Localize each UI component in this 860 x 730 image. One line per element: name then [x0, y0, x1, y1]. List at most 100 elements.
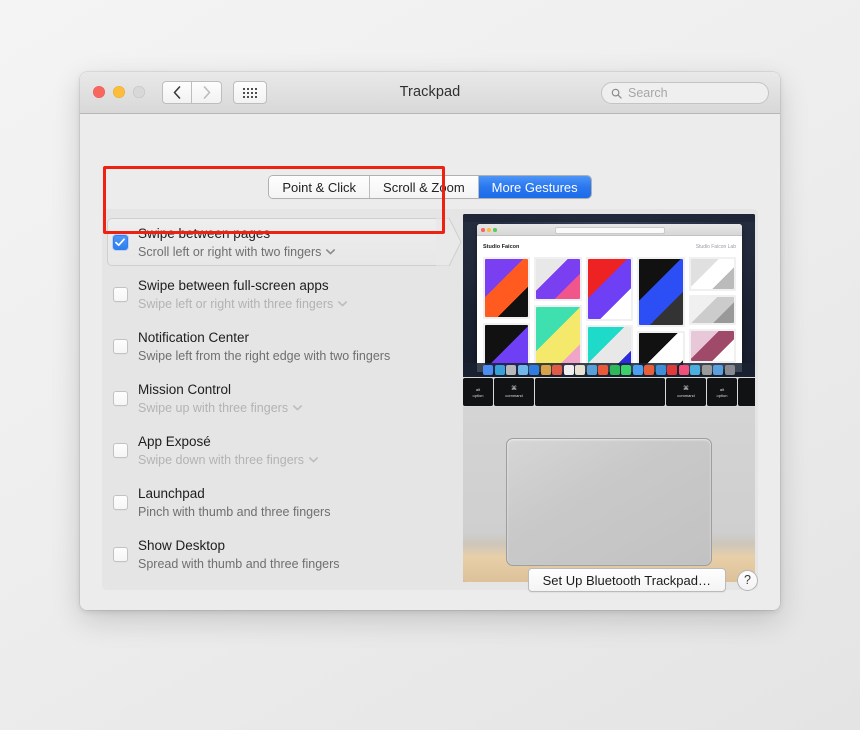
gesture-subtitle: Swipe left from the right edge with two … — [138, 348, 391, 363]
gesture-title: Swipe between full-screen apps — [138, 277, 329, 293]
demo-gallery-card — [688, 295, 736, 325]
demo-dock-icon — [609, 365, 620, 375]
bottom-bar: Set Up Bluetooth Trackpad… ? — [527, 568, 758, 592]
demo-dock-icon — [586, 365, 597, 375]
demo-browser-traffic-lights — [481, 228, 497, 232]
tab-point-and-click[interactable]: Point & Click — [269, 176, 371, 198]
gesture-checkbox[interactable] — [112, 234, 128, 250]
demo-dock-icon — [563, 365, 574, 375]
set-up-bluetooth-trackpad-button[interactable]: Set Up Bluetooth Trackpad… — [527, 568, 726, 592]
demo-dock-icon — [506, 365, 517, 375]
demo-dock-icon — [494, 365, 505, 375]
gesture-title: Swipe between pages — [138, 225, 271, 241]
gesture-title: App Exposé — [138, 433, 211, 449]
demo-keyboard-key: ⌘ command — [666, 378, 706, 406]
gesture-row-swipe-between-full-screen-apps[interactable]: Swipe between full-screen apps Swipe lef… — [102, 268, 450, 320]
demo-address-bar — [554, 226, 665, 234]
gesture-subtitle: Swipe up with three fingers — [138, 400, 289, 415]
gesture-checkbox-wrap — [102, 338, 138, 354]
demo-gallery-card — [534, 257, 582, 301]
tab-more-gestures[interactable]: More Gestures — [478, 176, 591, 198]
gestures-panel: Swipe between pages Scroll left or right… — [102, 209, 758, 590]
chevron-down-icon[interactable] — [326, 248, 336, 255]
gesture-checkbox-wrap — [102, 390, 138, 406]
demo-laptop-screen: Studio Faicon Studio Faicon Lab — [463, 214, 755, 377]
gesture-checkbox[interactable] — [112, 442, 128, 458]
demo-dock-icon — [678, 365, 689, 375]
demo-gallery-artwork — [690, 259, 734, 289]
gesture-subtitle: Scroll left or right with two fingers — [138, 244, 322, 259]
demo-dock-icon — [724, 365, 735, 375]
gesture-checkbox[interactable] — [112, 338, 128, 354]
gesture-text: Swipe between pages Scroll left or right… — [138, 225, 336, 260]
demo-keyboard-row: alt option ⌘ command ⌘ command alt option — [463, 377, 755, 407]
demo-dock-icon — [598, 365, 609, 375]
demo-keyboard-key: alt option — [463, 378, 493, 406]
gesture-row-show-desktop[interactable]: Show Desktop Spread with thumb and three… — [102, 528, 450, 580]
trackpad-preferences-window: Trackpad Search Point & Click Scroll & Z… — [80, 72, 780, 610]
demo-dock-icon — [621, 365, 632, 375]
gesture-checkbox[interactable] — [112, 494, 128, 510]
gesture-subtitle-row: Swipe up with three fingers — [138, 400, 303, 416]
gesture-checkbox-wrap — [102, 442, 138, 458]
demo-gallery-artwork — [639, 259, 683, 325]
demo-key-top-label: ⌘ — [511, 385, 517, 392]
demo-key-bottom-label: option — [716, 392, 728, 398]
gesture-text: App Exposé Swipe down with three fingers — [138, 433, 319, 468]
demo-keyboard-key — [535, 378, 665, 406]
gesture-title: Notification Center — [138, 329, 250, 345]
demo-dock — [463, 363, 755, 377]
demo-dock-icon — [701, 365, 712, 375]
gesture-checkbox[interactable] — [112, 286, 128, 302]
demo-dock-icon — [644, 365, 655, 375]
demo-gallery-artwork — [536, 259, 580, 299]
gesture-row-launchpad[interactable]: Launchpad Pinch with thumb and three fin… — [102, 476, 450, 528]
gesture-subtitle: Swipe down with three fingers — [138, 452, 305, 467]
gesture-checkbox[interactable] — [112, 390, 128, 406]
gesture-title: Mission Control — [138, 381, 232, 397]
chevron-down-icon[interactable] — [338, 300, 348, 307]
demo-keyboard-key: alt option — [707, 378, 737, 406]
demo-key-top-label: alt — [719, 386, 725, 392]
demo-gallery-artwork — [690, 297, 734, 323]
gesture-text: Swipe between full-screen apps Swipe lef… — [138, 277, 348, 312]
demo-site-content: Studio Faicon Studio Faicon Lab — [477, 236, 742, 372]
demo-key-bottom-label: option — [472, 392, 484, 398]
demo-key-bottom-label: command — [677, 392, 695, 398]
demo-gallery-artwork — [690, 331, 734, 361]
search-placeholder: Search — [628, 86, 668, 100]
chevron-down-icon[interactable] — [293, 404, 303, 411]
gesture-checkbox[interactable] — [112, 546, 128, 562]
gesture-subtitle-row: Swipe down with three fingers — [138, 452, 319, 468]
demo-gallery-card — [688, 257, 736, 291]
gesture-row-mission-control[interactable]: Mission Control Swipe up with three fing… — [102, 372, 450, 424]
demo-key-top-label: alt — [475, 386, 481, 392]
demo-laptop-base — [463, 407, 755, 582]
tab-scroll-and-zoom[interactable]: Scroll & Zoom — [370, 176, 479, 198]
demo-dock-icon — [517, 365, 528, 375]
gesture-subtitle-row: Swipe left from the right edge with two … — [138, 348, 390, 364]
gesture-row-app-expose[interactable]: App Exposé Swipe down with three fingers — [102, 424, 450, 476]
demo-key-bottom-label: command — [505, 392, 523, 398]
gesture-subtitle: Pinch with thumb and three fingers — [138, 504, 331, 519]
window-body: Point & Click Scroll & Zoom More Gesture… — [80, 114, 780, 610]
search-field[interactable]: Search — [601, 82, 769, 104]
demo-dock-icon — [529, 365, 540, 375]
chevron-down-icon[interactable] — [309, 456, 319, 463]
gesture-list: Swipe between pages Scroll left or right… — [102, 209, 462, 580]
demo-gallery-grid — [483, 257, 736, 372]
demo-site-brand: Studio Faicon — [483, 243, 520, 250]
demo-browser-toolbar — [477, 224, 742, 236]
gesture-title: Show Desktop — [138, 537, 226, 553]
demo-gallery-card — [483, 257, 531, 319]
help-button[interactable]: ? — [737, 569, 758, 591]
tab-bar: Point & Click Scroll & Zoom More Gesture… — [80, 176, 780, 198]
gesture-subtitle: Spread with thumb and three fingers — [138, 556, 340, 571]
demo-keyboard-key: ⌘ command — [494, 378, 534, 406]
demo-site-nav-right: Studio Faicon Lab — [695, 243, 736, 250]
gesture-checkbox-wrap — [102, 494, 138, 510]
demo-dock-icon — [713, 365, 724, 375]
gesture-row-swipe-between-pages[interactable]: Swipe between pages Scroll left or right… — [102, 216, 462, 268]
gesture-row-notification-center[interactable]: Notification Center Swipe left from the … — [102, 320, 450, 372]
gesture-checkbox-wrap — [102, 546, 138, 562]
